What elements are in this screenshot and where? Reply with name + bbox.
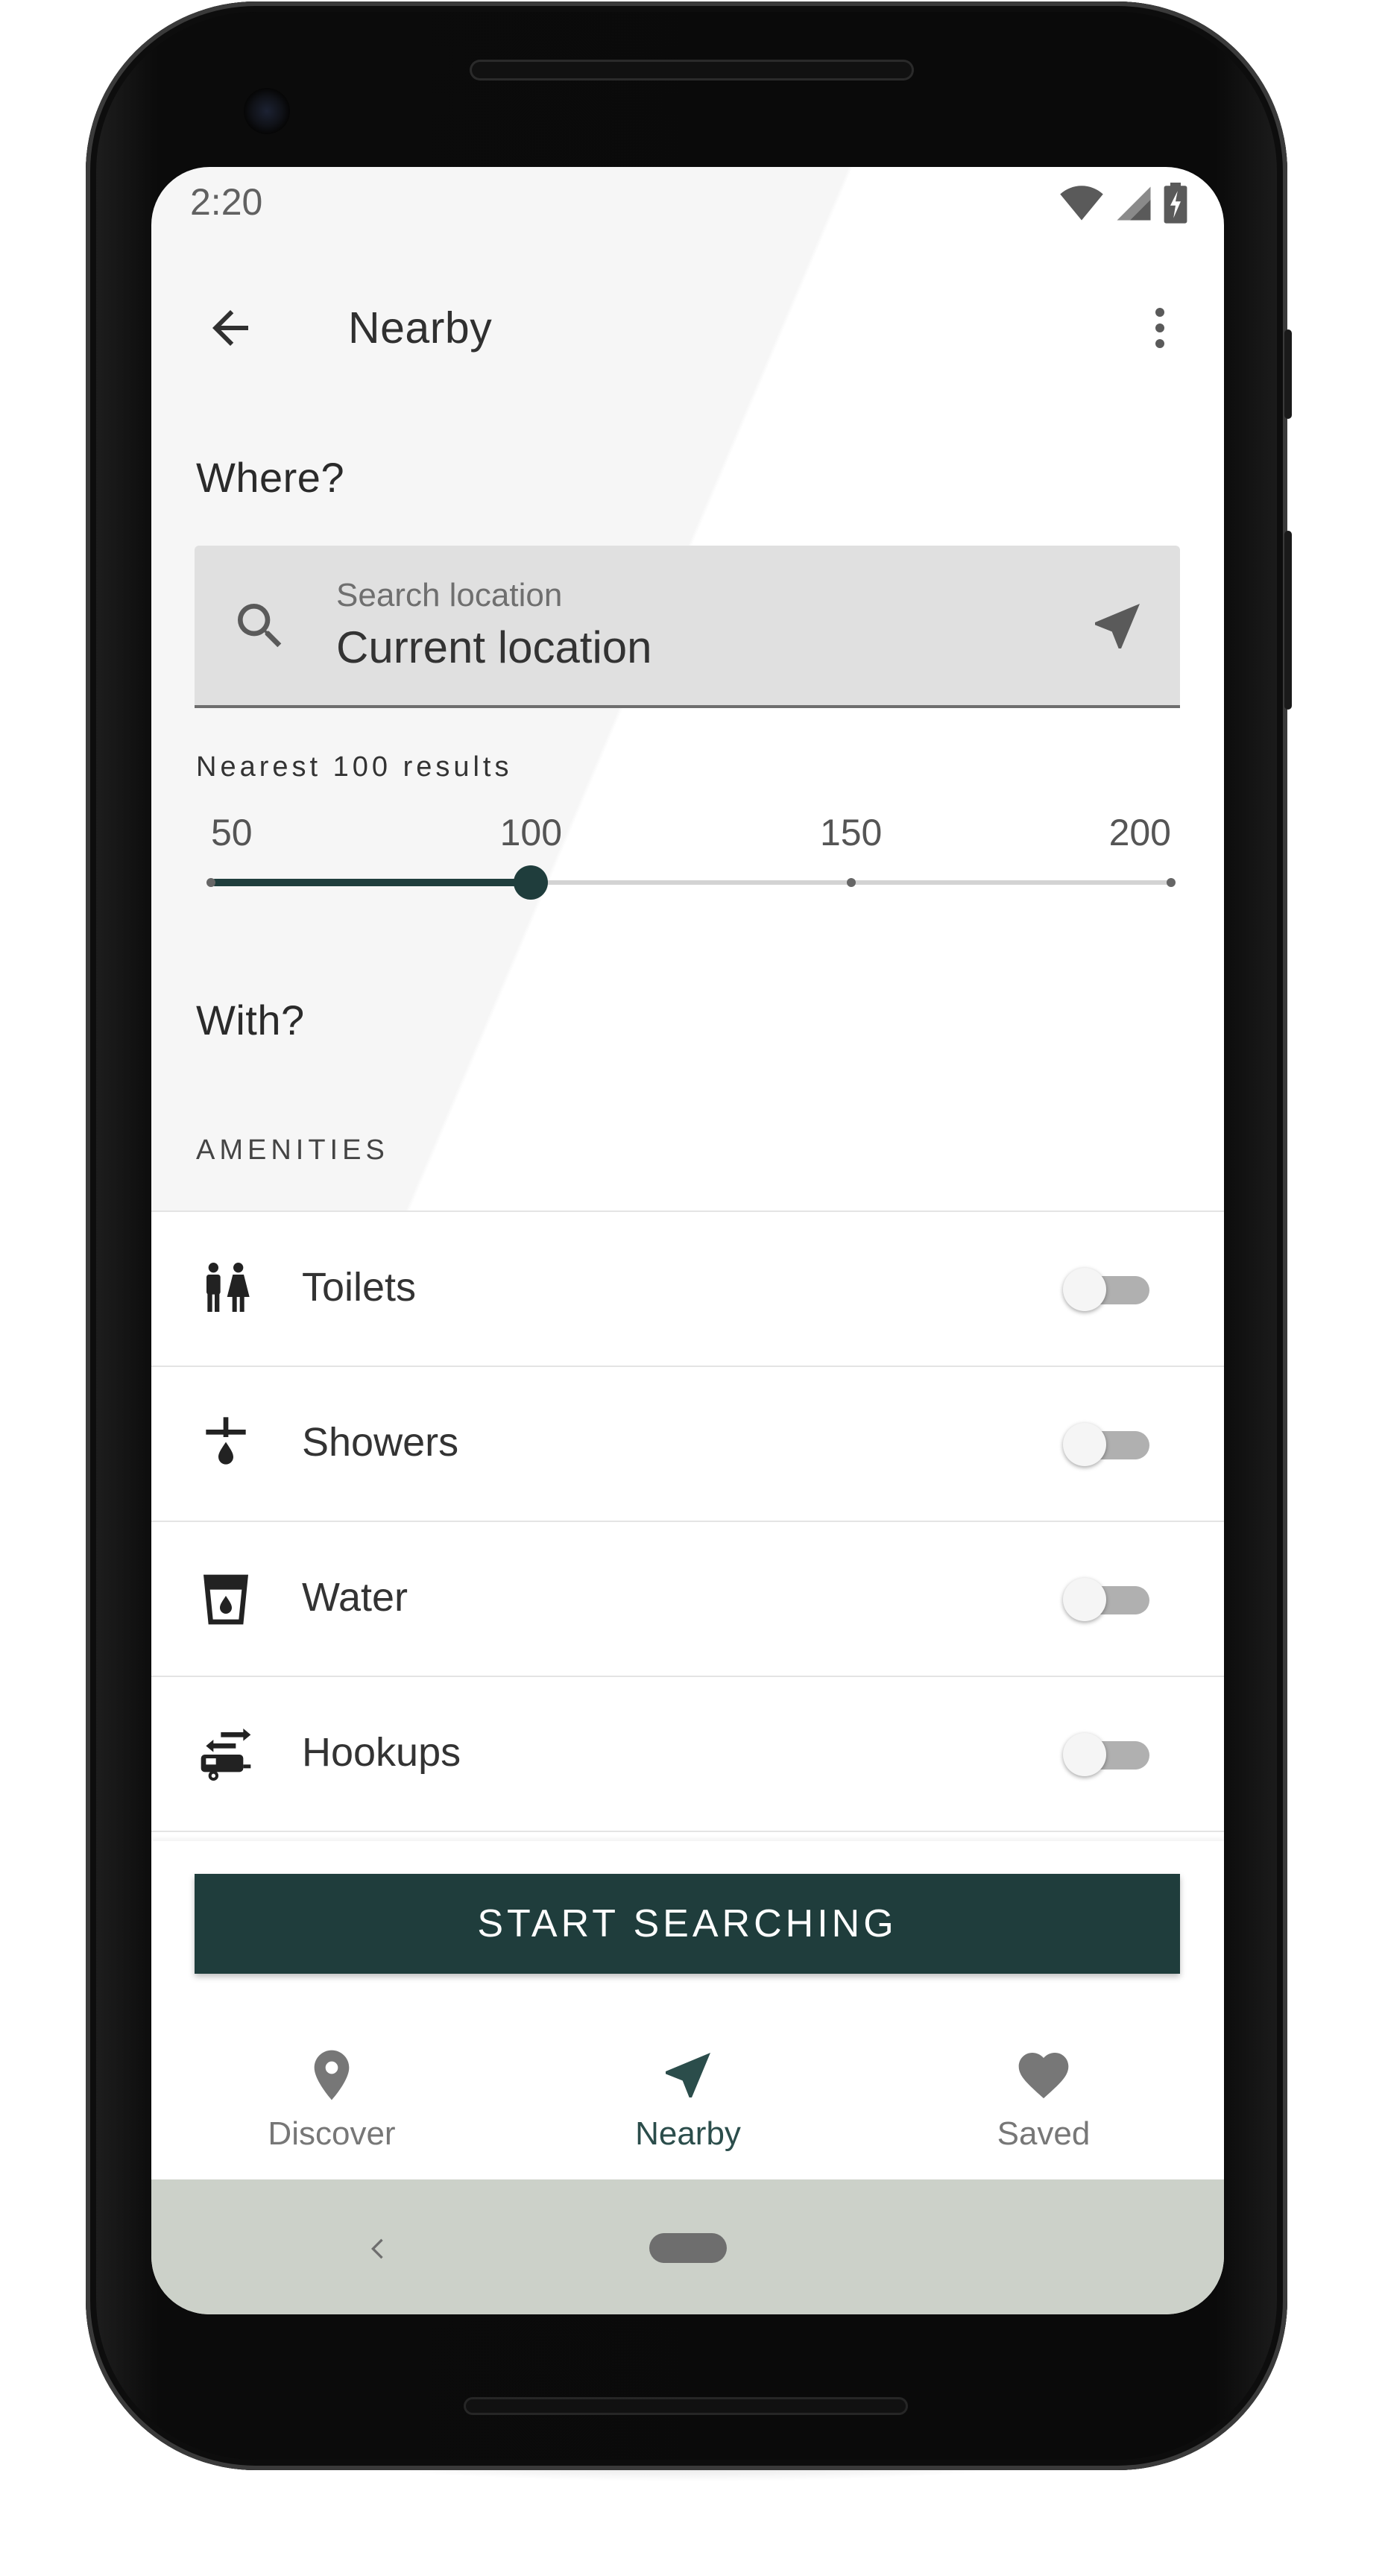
- showers-toggle[interactable]: [1063, 1423, 1151, 1466]
- page-title: Nearby: [348, 303, 493, 353]
- arrow-back-icon: [212, 310, 248, 346]
- amenities-subheader: AMENITIES: [196, 1134, 389, 1166]
- toilets-toggle[interactable]: [1063, 1268, 1151, 1311]
- hookups-toggle[interactable]: [1063, 1733, 1151, 1776]
- slider-track-fill: [211, 879, 531, 886]
- switch-knob: [1063, 1733, 1106, 1776]
- with-heading: With?: [196, 997, 305, 1044]
- more-vert-icon: [1155, 308, 1164, 348]
- nav-item-saved[interactable]: Saved: [895, 2045, 1193, 2172]
- place-pin-icon: [314, 2050, 350, 2100]
- search-placeholder: Search location: [336, 577, 563, 613]
- back-button[interactable]: [196, 294, 265, 362]
- amenity-label: Water: [302, 1575, 408, 1620]
- amenity-row-toilets[interactable]: Toilets: [151, 1210, 1224, 1366]
- amenity-row-showers[interactable]: Showers: [151, 1366, 1224, 1521]
- location-search-field[interactable]: Search location Current location: [195, 546, 1180, 708]
- slider-tick-label: 150: [819, 812, 883, 853]
- wifi-icon: [1060, 186, 1103, 221]
- cta-panel: START SEARCHING: [151, 1841, 1224, 2024]
- amenity-label: Hookups: [302, 1730, 461, 1775]
- amenity-row-hookups[interactable]: Hookups: [151, 1676, 1224, 1832]
- switch-knob: [1063, 1423, 1106, 1466]
- heart-icon: [1018, 2053, 1069, 2099]
- amenities-list: Toilets Showers Water Hookups: [151, 1210, 1224, 1832]
- water-toggle[interactable]: [1063, 1578, 1151, 1621]
- water-icon: [204, 1574, 248, 1625]
- nav-label-saved: Saved: [997, 2115, 1091, 2152]
- results-count-label: Nearest 100 results: [196, 751, 513, 783]
- nav-item-discover[interactable]: Discover: [183, 2045, 481, 2172]
- switch-knob: [1063, 1578, 1106, 1621]
- top-speaker: [470, 60, 914, 80]
- phone-screen: 2:20 Nearby Where? Search location Curre…: [151, 167, 1224, 2314]
- amenity-row-water[interactable]: Water: [151, 1521, 1224, 1676]
- nav-label-nearby: Nearby: [635, 2115, 741, 2152]
- hookups-icon: [201, 1729, 251, 1781]
- system-navigation-bar: [151, 2179, 1224, 2314]
- power-button: [1284, 329, 1292, 419]
- results-slider[interactable]: [206, 865, 1176, 900]
- battery-charging-icon: [1164, 183, 1187, 224]
- navigation-arrow-icon: [666, 2053, 710, 2097]
- slider-tick-label: 200: [1108, 812, 1171, 853]
- amenity-label: Toilets: [302, 1265, 417, 1310]
- search-icon: [238, 604, 282, 648]
- slider-step-dot: [206, 878, 215, 887]
- current-location-button[interactable]: [1083, 592, 1152, 660]
- nav-label-discover: Discover: [268, 2115, 396, 2152]
- bottom-speaker: [464, 2397, 908, 2415]
- start-searching-button[interactable]: START SEARCHING: [195, 1874, 1180, 1974]
- status-time: 2:20: [190, 181, 263, 223]
- front-camera: [244, 88, 290, 134]
- status-bar: 2:20: [151, 167, 1224, 242]
- app-bar: Nearby: [151, 264, 1224, 391]
- switch-knob: [1063, 1268, 1106, 1311]
- slider-thumb[interactable]: [514, 865, 549, 900]
- navigation-arrow-icon: [1095, 604, 1140, 648]
- chevron-left-icon: [371, 2238, 383, 2259]
- slider-step-dot: [846, 878, 856, 887]
- bottom-navigation: Discover Nearby Saved: [151, 2024, 1224, 2178]
- where-heading: Where?: [196, 454, 345, 501]
- slider-tick-label: 50: [211, 812, 253, 853]
- nav-item-nearby[interactable]: Nearby: [539, 2045, 837, 2172]
- cell-signal-icon: [1117, 186, 1151, 221]
- shower-icon: [206, 1417, 246, 1465]
- volume-button: [1284, 531, 1292, 710]
- system-back-button[interactable]: [353, 2223, 405, 2275]
- amenity-label: Showers: [302, 1420, 459, 1465]
- slider-step-dot: [1167, 878, 1176, 887]
- status-icons: [1059, 182, 1188, 225]
- more-options-button[interactable]: [1126, 294, 1194, 362]
- system-home-button[interactable]: [649, 2233, 727, 2263]
- toilets-icon: [206, 1263, 250, 1312]
- slider-tick-label: 100: [499, 812, 563, 853]
- search-input[interactable]: Current location: [336, 622, 652, 673]
